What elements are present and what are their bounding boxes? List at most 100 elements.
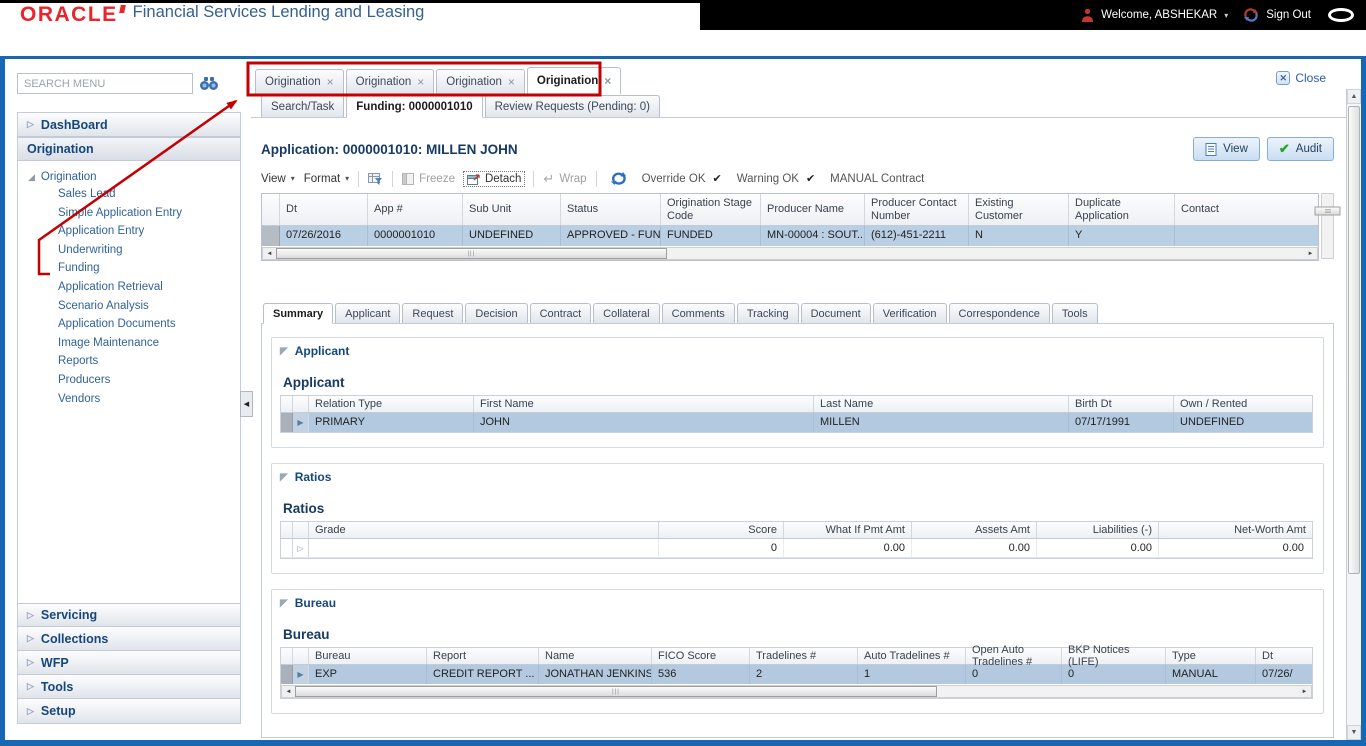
grid-col-origination-stage-code[interactable]: Origination Stage Code xyxy=(661,194,761,225)
refresh-icon[interactable] xyxy=(610,171,627,186)
window-tab-origination-3[interactable]: Origination × xyxy=(436,69,525,94)
audit-button[interactable]: ✔ Audit xyxy=(1266,137,1334,161)
close-button[interactable]: ✕ Close xyxy=(1276,71,1326,85)
grid-col-duplicate-application[interactable]: Duplicate Application xyxy=(1069,194,1175,225)
summary-tab-verification[interactable]: Verification xyxy=(872,303,947,323)
cell-producer-name-link[interactable]: MN-00004 : SOUT... xyxy=(761,226,865,246)
sidebar-item-image-maintenance[interactable]: Image Maintenance xyxy=(28,334,240,353)
close-tab-icon[interactable]: × xyxy=(508,75,515,89)
summary-tab-request[interactable]: Request xyxy=(402,303,464,323)
binoculars-search-icon[interactable] xyxy=(198,76,220,91)
row-arrow-icon[interactable]: ▶ xyxy=(293,413,309,432)
sidebar-item-sales-lead[interactable]: Sales Lead xyxy=(28,185,240,204)
scroll-down-icon[interactable]: ▼ xyxy=(1347,725,1361,740)
toolbar-view-menu[interactable]: View ▾ xyxy=(261,173,295,185)
applicant-col-birth-dt[interactable]: Birth Dt xyxy=(1069,396,1174,412)
detach-button[interactable]: Detach xyxy=(462,170,526,187)
bureau-col-open-auto-tradelines[interactable]: Open Auto Tradelines # xyxy=(966,644,1062,668)
applicant-col-first-name[interactable]: First Name xyxy=(474,396,814,412)
row-arrow-icon[interactable]: ▷ xyxy=(293,539,309,557)
grid-col-producer-contact-number[interactable]: Producer Contact Number xyxy=(865,194,969,225)
applicant-col-last-name[interactable]: Last Name xyxy=(814,396,1069,412)
scroll-left-icon[interactable]: ◄ xyxy=(282,686,295,697)
summary-tab-document[interactable]: Document xyxy=(800,303,871,323)
bureau-col-bureau[interactable]: Bureau xyxy=(309,648,427,664)
vscroll-thumb[interactable] xyxy=(1348,106,1360,574)
scroll-up-icon[interactable]: ▲ xyxy=(1347,89,1361,104)
bureau-col-fico-score[interactable]: FICO Score xyxy=(652,648,750,664)
grid-col-producer-name[interactable]: Producer Name xyxy=(761,194,865,225)
sidebar-item-vendors[interactable]: Vendors xyxy=(28,390,240,409)
bureau-col-dt[interactable]: Dt xyxy=(1256,648,1312,664)
applicant-col-relation-type[interactable]: Relation Type xyxy=(309,396,474,412)
sidebar-item-application-retrieval[interactable]: Application Retrieval xyxy=(28,278,240,297)
applicant-col-own-rented[interactable]: Own / Rented xyxy=(1174,396,1312,412)
sidebar-section-wfp[interactable]: ▷ WFP xyxy=(18,651,240,675)
grid-horizontal-scrollbar[interactable]: ◄ ||| ► xyxy=(262,247,1318,260)
sidebar-item-simple-application-entry[interactable]: Simple Application Entry xyxy=(28,204,240,223)
sidebar-collapse-handle[interactable]: ◀ xyxy=(240,391,253,417)
bureau-col-type[interactable]: Type xyxy=(1166,648,1256,664)
welcome-caret-icon[interactable]: ▾ xyxy=(1224,11,1228,20)
summary-tab-tracking[interactable]: Tracking xyxy=(736,303,799,323)
close-tab-icon[interactable]: × xyxy=(417,75,424,89)
override-ok-field[interactable]: Override OK ✔ xyxy=(642,172,722,186)
sidebar-section-collections[interactable]: ▷ Collections xyxy=(18,627,240,651)
window-tab-origination-2[interactable]: Origination × xyxy=(345,69,435,94)
sign-out-link[interactable]: Sign Out xyxy=(1266,9,1311,21)
tab-review-requests[interactable]: Review Requests (Pending: 0) xyxy=(484,95,660,117)
row-arrow-icon[interactable]: ▶ xyxy=(293,665,309,684)
tab-funding[interactable]: Funding: 0000001010 xyxy=(346,95,483,118)
ratios-col-what-if-pmt-amt[interactable]: What If Pmt Amt xyxy=(784,522,912,538)
grid-col-app-number[interactable]: App # xyxy=(368,194,463,225)
summary-tab-tools[interactable]: Tools xyxy=(1051,303,1098,323)
toolbar-format-menu[interactable]: Format ▾ xyxy=(304,173,349,185)
grid-col-contact[interactable]: Contact xyxy=(1175,194,1318,225)
summary-tab-applicant[interactable]: Applicant xyxy=(335,303,401,323)
summary-tab-contract[interactable]: Contract xyxy=(529,303,592,323)
search-menu-input[interactable] xyxy=(17,73,193,94)
ratios-col-net-worth-amt[interactable]: Net-Worth Amt xyxy=(1159,522,1312,538)
tab-search-task[interactable]: Search/Task xyxy=(261,95,345,117)
sidebar-item-producers[interactable]: Producers xyxy=(28,371,240,390)
tree-root-origination[interactable]: ◢ Origination xyxy=(28,169,240,185)
sidebar-section-servicing[interactable]: ▷ Servicing xyxy=(18,603,240,627)
bureau-col-tradelines[interactable]: Tradelines # xyxy=(750,648,858,664)
ratios-col-liabilities[interactable]: Liabilities (-) xyxy=(1037,522,1159,538)
grid-vscroll-thumb[interactable]: ||| xyxy=(1314,206,1341,216)
summary-tab-comments[interactable]: Comments xyxy=(661,303,735,323)
row-selector[interactable] xyxy=(281,665,293,684)
close-tab-icon[interactable]: × xyxy=(327,75,334,89)
summary-tab-correspondence[interactable]: Correspondence xyxy=(948,303,1050,323)
applicant-section-header[interactable]: ◤ Applicant xyxy=(280,344,1313,358)
close-tab-icon[interactable]: × xyxy=(604,74,611,88)
grid-col-sub-unit[interactable]: Sub Unit xyxy=(463,194,561,225)
bureau-section-header[interactable]: ◤ Bureau xyxy=(280,596,1313,610)
warning-ok-field[interactable]: Warning OK ✔ xyxy=(737,172,815,186)
ratios-col-assets-amt[interactable]: Assets Amt xyxy=(912,522,1037,538)
sidebar-item-underwriting[interactable]: Underwriting xyxy=(28,241,240,260)
scroll-right-icon[interactable]: ► xyxy=(1298,686,1311,697)
sidebar-item-application-entry[interactable]: Application Entry xyxy=(28,222,240,241)
sidebar-section-dashboard[interactable]: ▷ DashBoard xyxy=(18,113,240,137)
content-vertical-scrollbar[interactable]: ▲ ▼ xyxy=(1346,89,1361,740)
summary-tab-summary[interactable]: Summary xyxy=(263,303,334,324)
ratios-section-header[interactable]: ◤ Ratios xyxy=(280,470,1313,484)
row-selector[interactable] xyxy=(262,226,280,246)
scroll-right-icon[interactable]: ► xyxy=(1304,248,1317,259)
scroll-left-icon[interactable]: ◄ xyxy=(263,248,276,259)
row-selector[interactable] xyxy=(281,413,293,432)
sidebar-section-setup[interactable]: ▷ Setup xyxy=(18,699,240,723)
sidebar-section-origination[interactable]: Origination xyxy=(18,137,240,161)
ratios-col-score[interactable]: Score xyxy=(659,522,784,538)
grid-vertical-scrollbar[interactable]: ||| xyxy=(1314,193,1341,259)
grid-col-existing-customer[interactable]: Existing Customer xyxy=(969,194,1069,225)
sidebar-item-application-documents[interactable]: Application Documents xyxy=(28,315,240,334)
grid-col-dt[interactable]: Dt xyxy=(280,194,368,225)
bureau-horizontal-scrollbar[interactable]: ◄ ||| ► xyxy=(281,685,1312,698)
summary-tab-collateral[interactable]: Collateral xyxy=(593,303,660,323)
bureau-col-auto-tradelines[interactable]: Auto Tradelines # xyxy=(858,648,966,664)
view-button[interactable]: View xyxy=(1193,137,1260,161)
application-grid-row[interactable]: 07/26/2016 0000001010 UNDEFINED APPROVED… xyxy=(262,226,1318,246)
sidebar-item-scenario-analysis[interactable]: Scenario Analysis xyxy=(28,297,240,316)
